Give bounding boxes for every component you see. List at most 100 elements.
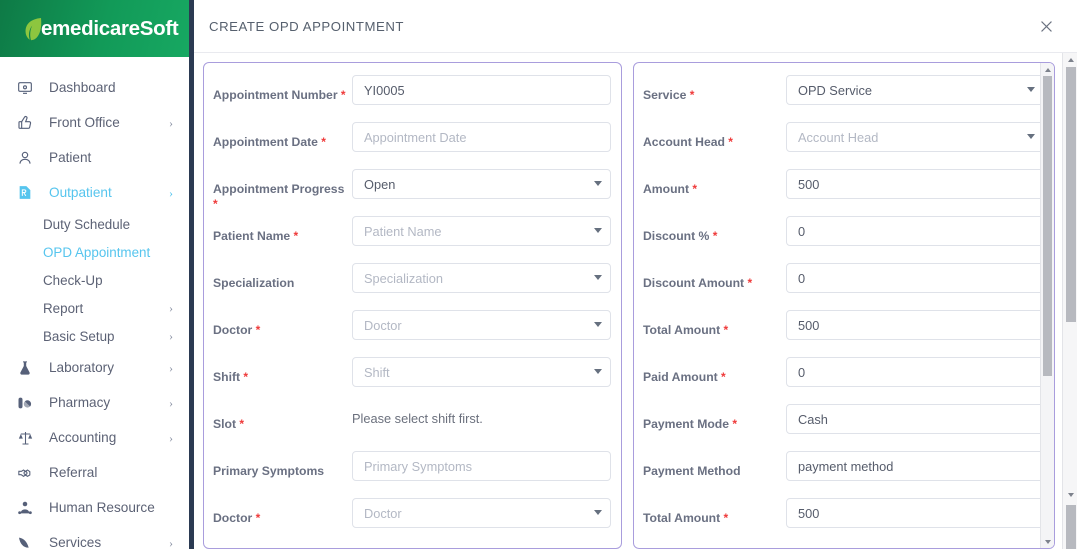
text-input[interactable]: 0: [786, 216, 1044, 246]
scroll-up-arrow[interactable]: [1064, 53, 1077, 66]
form-control: payment method: [786, 451, 1044, 481]
chevron-right-icon: ›: [169, 115, 173, 130]
select-field[interactable]: Open: [352, 169, 611, 199]
sidebar-item-services[interactable]: Services ›: [0, 525, 189, 549]
inner-scrollbar[interactable]: [1040, 63, 1054, 548]
select-field[interactable]: Account Head: [786, 122, 1044, 152]
form-label: Total Amount *: [643, 498, 786, 526]
sidebar-item-pharmacy[interactable]: Pharmacy ›: [0, 385, 189, 420]
scroll-up-arrow[interactable]: [1041, 63, 1054, 76]
form-row: Specialization Specialization: [204, 263, 621, 310]
form-label: Slot *: [213, 404, 352, 432]
scroll-down-arrow[interactable]: [1064, 488, 1077, 501]
form-label-text: Discount Amount: [643, 276, 745, 290]
required-asterisk: *: [744, 276, 753, 290]
form-label: Appointment Progress *: [213, 169, 352, 212]
sidebar-item-label: Outpatient: [49, 185, 112, 200]
scrollbar-thumb[interactable]: [1043, 76, 1052, 376]
form-row: Discount Amount * 0: [634, 263, 1054, 310]
sidebar-item-outpatient[interactable]: Outpatient ›: [0, 175, 189, 210]
form-control: Doctor: [352, 498, 611, 528]
sidebar-subitem-duty-schedule[interactable]: Duty Schedule: [0, 210, 189, 238]
handshake-icon: [17, 465, 39, 481]
text-input[interactable]: Cash: [786, 404, 1044, 434]
form-control: Doctor: [352, 310, 611, 340]
dashboard-icon: [17, 80, 39, 96]
form-label-text: Payment Mode: [643, 417, 730, 431]
form-label-text: Doctor: [213, 323, 253, 337]
sidebar-subitem-report[interactable]: Report ›: [0, 294, 189, 322]
chevron-down-icon[interactable]: [594, 181, 602, 186]
sidebar-subitem-opd-appointment[interactable]: OPD Appointment: [0, 238, 189, 266]
chevron-down-icon[interactable]: [594, 510, 602, 515]
form-control: Primary Symptoms: [352, 451, 611, 481]
scrollbar-thumb[interactable]: [1066, 67, 1076, 322]
text-input[interactable]: 500: [786, 310, 1044, 340]
sidebar-item-laboratory[interactable]: Laboratory ›: [0, 350, 189, 385]
form-row: Discount % * 0: [634, 216, 1054, 263]
select-field[interactable]: Doctor: [352, 498, 611, 528]
chevron-down-icon[interactable]: [1027, 134, 1035, 139]
brand-logo-bar[interactable]: emedicareSoft: [0, 0, 189, 57]
required-asterisk: *: [317, 135, 326, 149]
chevron-down-icon[interactable]: [1027, 87, 1035, 92]
select-field[interactable]: OPD Service: [786, 75, 1044, 105]
page-scrollbar[interactable]: [1062, 53, 1077, 549]
form-label: Paid Amount *: [643, 357, 786, 385]
text-input[interactable]: 0: [786, 263, 1044, 293]
required-asterisk: *: [717, 370, 726, 384]
sidebar-item-label: Patient: [49, 150, 92, 165]
text-input[interactable]: 0: [786, 357, 1044, 387]
select-field[interactable]: Patient Name: [352, 216, 611, 246]
user-icon: [17, 150, 39, 166]
form-label-text: Appointment Number: [213, 88, 338, 102]
form-label-text: Amount: [643, 182, 690, 196]
chevron-right-icon: ›: [169, 185, 173, 200]
select-field[interactable]: Shift: [352, 357, 611, 387]
form-label-text: Shift: [213, 370, 241, 384]
form-control: YI0005: [352, 75, 611, 105]
close-icon[interactable]: [1031, 11, 1061, 41]
text-input[interactable]: Appointment Date: [352, 122, 611, 152]
required-asterisk: *: [720, 511, 729, 525]
chevron-right-icon: ›: [169, 329, 173, 343]
sidebar-subitem-basic-setup[interactable]: Basic Setup ›: [0, 322, 189, 350]
sidebar-item-human-resource[interactable]: Human Resource: [0, 490, 189, 525]
sidebar-item-referral[interactable]: Referral: [0, 455, 189, 490]
chevron-down-icon[interactable]: [594, 322, 602, 327]
text-input[interactable]: 500: [786, 169, 1044, 199]
scrollbar-thumb-lower[interactable]: [1066, 505, 1076, 549]
form-label: Amount *: [643, 169, 786, 197]
form-label-text: Specialization: [213, 276, 295, 290]
required-asterisk: *: [213, 197, 218, 211]
text-input[interactable]: 500: [786, 498, 1044, 528]
form-label-text: Total Amount: [643, 511, 721, 525]
modal-dialog: CREATE OPD APPOINTMENT Appointment Numbe…: [194, 0, 1077, 549]
form-label: Specialization: [213, 263, 352, 291]
text-input[interactable]: Primary Symptoms: [352, 451, 611, 481]
text-input[interactable]: YI0005: [352, 75, 611, 105]
form-label-text: Discount %: [643, 229, 710, 243]
form-row: Shift * Shift: [204, 357, 621, 404]
chevron-down-icon[interactable]: [594, 369, 602, 374]
pill-capsule-icon: [17, 395, 39, 411]
scroll-down-arrow[interactable]: [1041, 535, 1054, 548]
form-label: Appointment Date *: [213, 122, 352, 150]
select-field[interactable]: Specialization: [352, 263, 611, 293]
required-asterisk: *: [236, 417, 245, 431]
sidebar-item-front-office[interactable]: Front Office ›: [0, 105, 189, 140]
form-row: Paid Amount * 0: [634, 357, 1054, 404]
helper-text: Please select shift first.: [352, 411, 483, 426]
text-input[interactable]: payment method: [786, 451, 1044, 481]
chevron-down-icon[interactable]: [594, 275, 602, 280]
sidebar-item-patient[interactable]: Patient: [0, 140, 189, 175]
select-field[interactable]: Doctor: [352, 310, 611, 340]
sidebar-subitem-check-up[interactable]: Check-Up: [0, 266, 189, 294]
required-asterisk: *: [240, 370, 249, 384]
sidebar-item-dashboard[interactable]: Dashboard: [0, 70, 189, 105]
required-asterisk: *: [709, 229, 718, 243]
form-column-left: Appointment Number * YI0005 Appointment Da…: [203, 62, 622, 549]
sidebar-item-accounting[interactable]: Accounting ›: [0, 420, 189, 455]
chevron-down-icon[interactable]: [594, 228, 602, 233]
sidebar-item-label: Laboratory: [49, 360, 114, 375]
